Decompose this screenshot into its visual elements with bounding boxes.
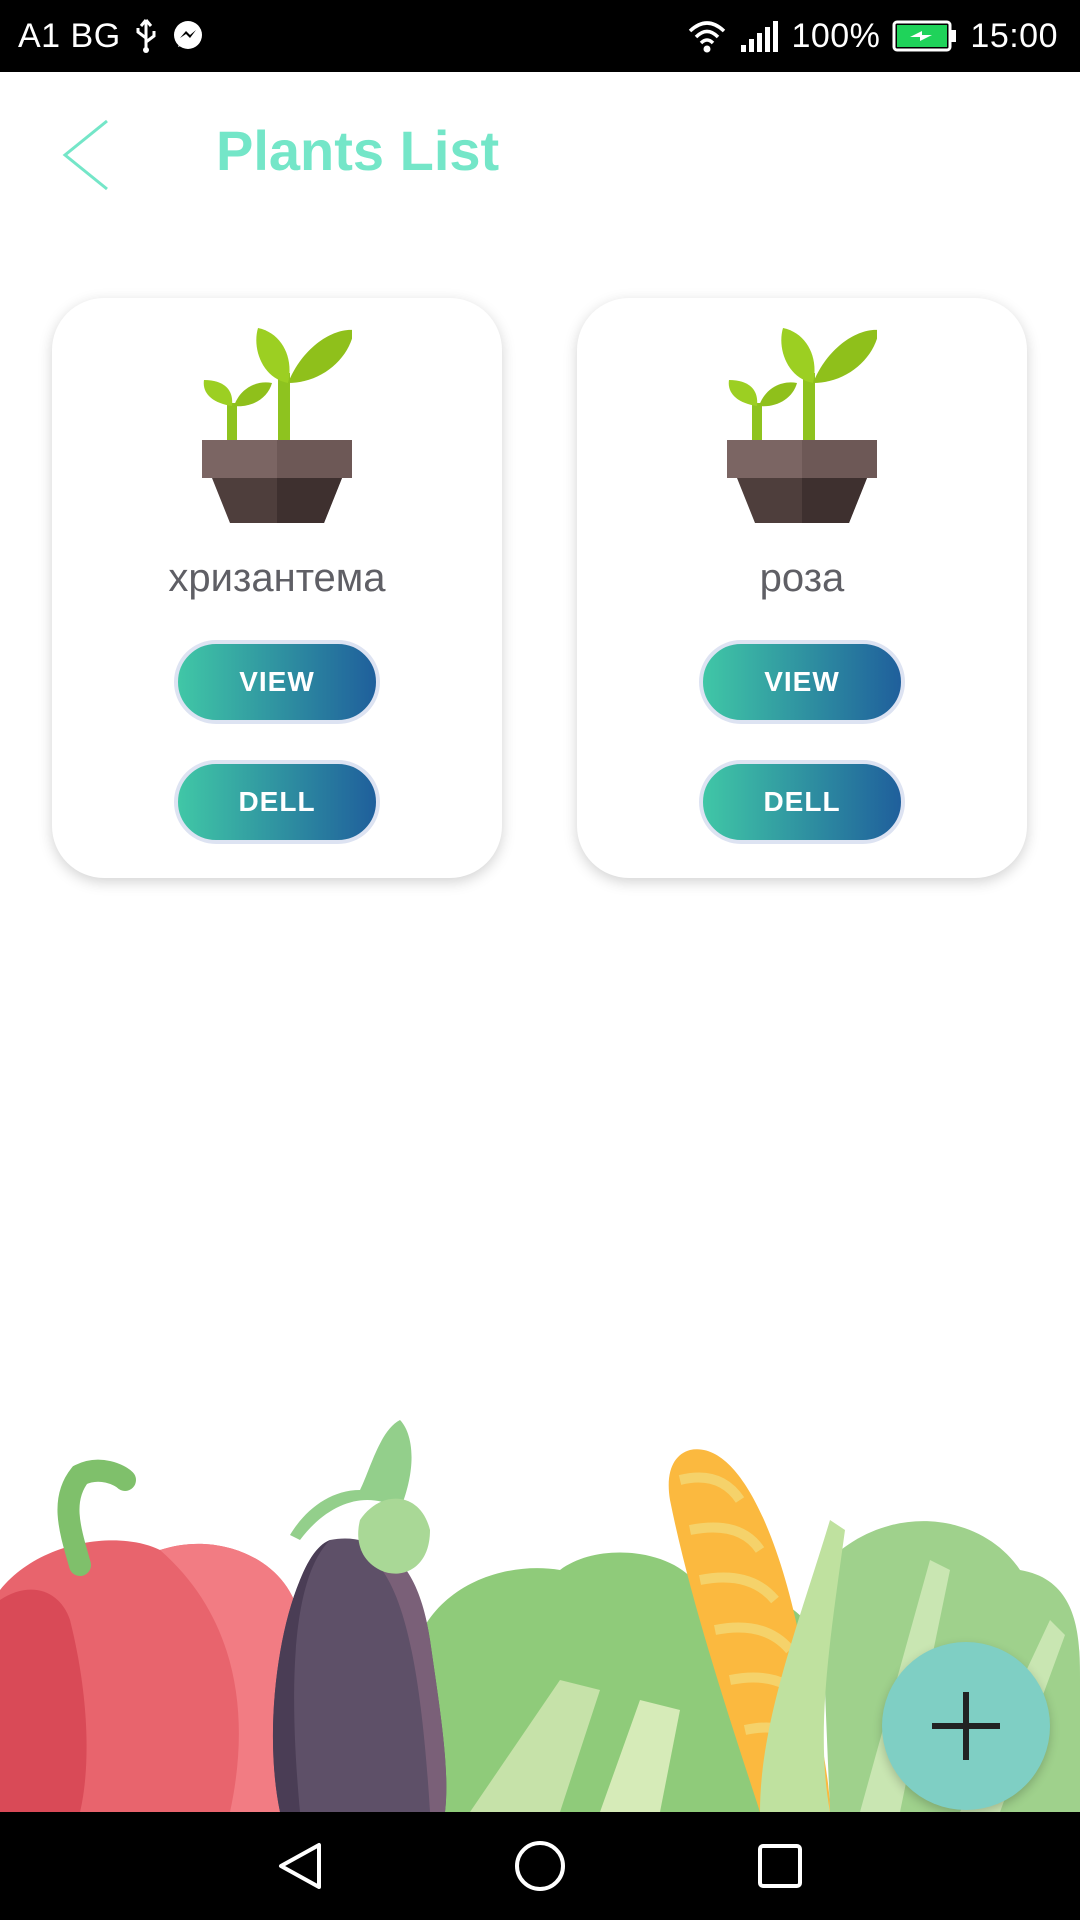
delete-button[interactable]: DELL xyxy=(174,760,380,844)
page-title: Plants List xyxy=(216,119,500,182)
potted-plant-icon xyxy=(727,328,877,523)
status-bar: A1 BG 100% 15:00 xyxy=(0,0,1080,72)
signal-icon xyxy=(741,21,779,52)
clock: 15:00 xyxy=(970,16,1058,55)
home-circle-icon xyxy=(515,1841,565,1891)
nav-recents-button[interactable] xyxy=(720,1812,840,1920)
view-button[interactable]: VIEW xyxy=(174,640,380,724)
usb-icon xyxy=(136,19,156,53)
plant-card: хризантема VIEW DELL xyxy=(52,298,502,878)
nav-back-button[interactable] xyxy=(240,1812,360,1920)
battery-percent: 100% xyxy=(791,16,881,55)
delete-button[interactable]: DELL xyxy=(699,760,905,844)
carrier-label: A1 BG xyxy=(18,16,121,55)
plant-name: хризантема xyxy=(168,556,386,600)
recents-square-icon xyxy=(758,1844,802,1888)
messenger-icon xyxy=(173,21,202,49)
back-triangle-icon xyxy=(279,1843,321,1889)
plant-name: роза xyxy=(759,556,845,600)
battery-charging-icon xyxy=(892,20,957,52)
navigation-bar xyxy=(0,1812,1080,1920)
plus-icon xyxy=(932,1692,1000,1760)
plant-card: роза VIEW DELL xyxy=(577,298,1027,878)
potted-plant-icon xyxy=(202,328,352,523)
add-plant-button[interactable] xyxy=(882,1642,1050,1810)
status-bar-right: 100% 15:00 xyxy=(687,0,1058,72)
back-button[interactable] xyxy=(55,115,125,195)
chevron-left-icon xyxy=(62,119,108,191)
status-bar-left: A1 BG xyxy=(18,0,205,72)
nav-home-button[interactable] xyxy=(480,1812,600,1920)
view-button[interactable]: VIEW xyxy=(699,640,905,724)
wifi-icon xyxy=(689,21,726,53)
